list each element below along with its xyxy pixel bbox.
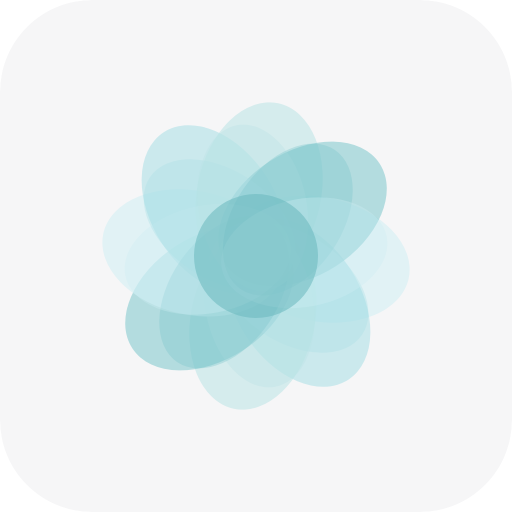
breathe-flower-icon bbox=[0, 0, 512, 512]
app-icon-tile[interactable] bbox=[0, 0, 512, 512]
flower-core bbox=[194, 194, 318, 318]
